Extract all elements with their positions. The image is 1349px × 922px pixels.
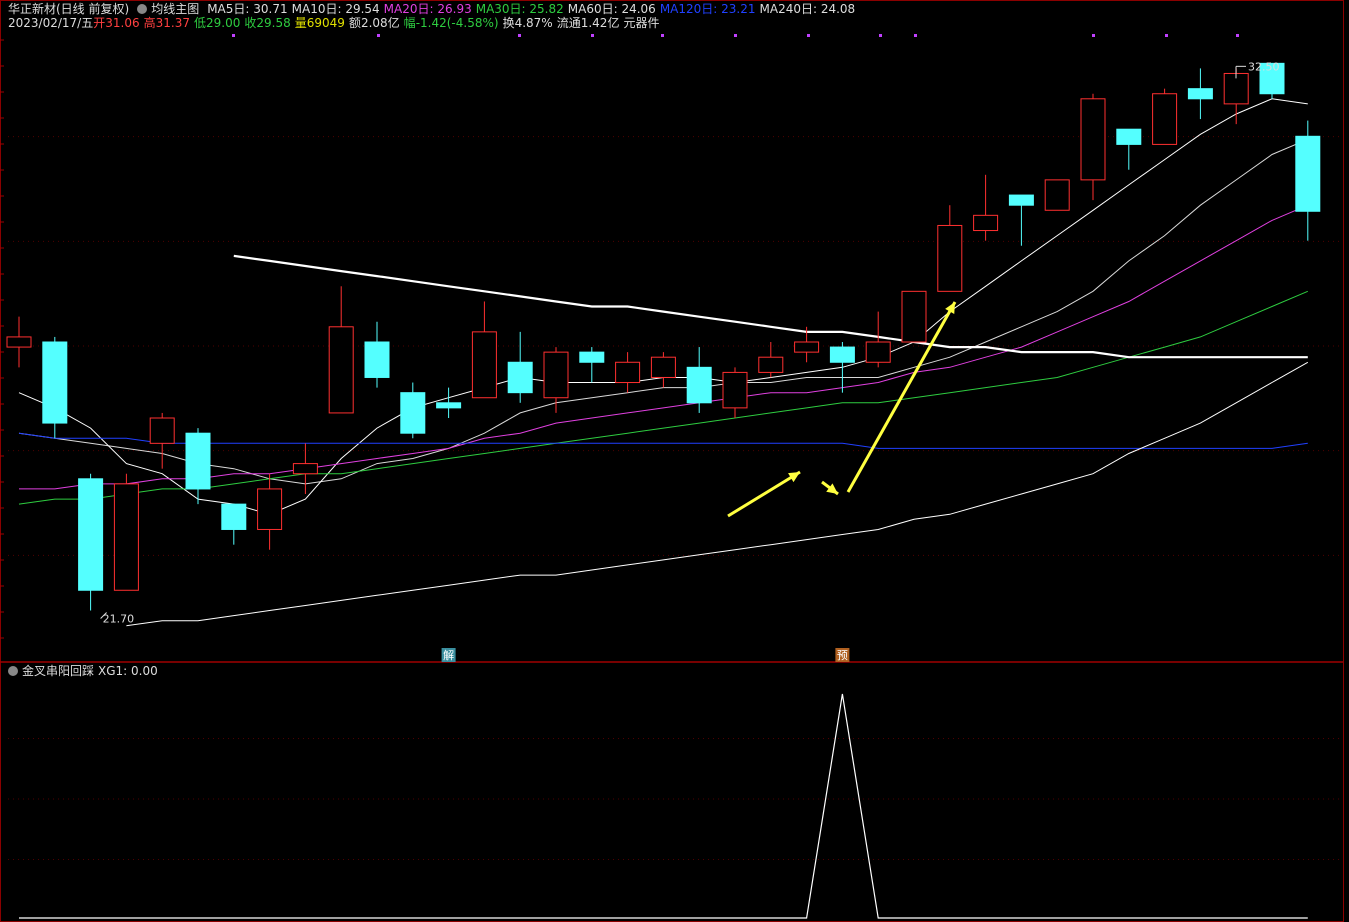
top-marker-dot <box>1092 34 1095 37</box>
candle-up <box>1152 93 1178 145</box>
candle-up <box>543 351 569 399</box>
candle-down <box>1295 135 1321 212</box>
candle-down <box>436 402 462 409</box>
ma-line-ma5 <box>18 98 1308 515</box>
candle-up <box>113 483 139 591</box>
sub-indicator-header: 金叉串阳回踩 XG1: 0.00 <box>8 664 162 678</box>
candle-down <box>364 341 390 378</box>
top-marker-dot <box>914 34 917 37</box>
candle-up <box>937 224 963 292</box>
candle-up <box>794 341 820 353</box>
candle-up <box>328 326 354 414</box>
price-chart[interactable]: 32.50 21.70 解 预 <box>0 0 1349 922</box>
candle-up <box>650 356 676 378</box>
candle-up <box>149 417 175 444</box>
top-marker-dot <box>879 34 882 37</box>
candle-up <box>6 336 32 348</box>
candle-down <box>507 361 533 394</box>
candle-up <box>722 371 748 409</box>
marker-label: 预 <box>837 649 848 662</box>
top-marker-dot <box>1165 34 1168 37</box>
candle-up <box>257 488 283 530</box>
candle-up <box>865 341 891 363</box>
candle-down <box>579 351 605 363</box>
candle-up <box>901 290 927 343</box>
candle-up <box>1044 179 1070 211</box>
candle-down <box>829 346 855 363</box>
candle-down <box>686 366 712 404</box>
low-price-label: 21.70 <box>103 613 135 626</box>
candle-up <box>471 331 497 399</box>
candle-down <box>185 432 211 490</box>
candle-down <box>1008 194 1034 206</box>
xg1-value: XG1: 0.00 <box>98 664 158 678</box>
candle-down <box>1116 128 1142 145</box>
top-marker-dot <box>1236 34 1239 37</box>
candle-down <box>400 392 426 434</box>
top-marker-dot <box>734 34 737 37</box>
top-marker-dot <box>232 34 235 37</box>
ma-line-ma120 <box>18 432 1308 449</box>
candle-up <box>973 214 999 232</box>
top-marker-dot <box>661 34 664 37</box>
top-marker-dot <box>807 34 810 37</box>
top-marker-dot <box>591 34 594 37</box>
ma-line-ma20 <box>19 204 1308 490</box>
candle-down <box>78 478 104 591</box>
ma-line-ma30 <box>18 290 1308 505</box>
arrow-annotation <box>727 470 801 518</box>
settings-icon[interactable] <box>8 666 18 676</box>
xg1-line <box>19 693 1308 919</box>
candle-up <box>292 463 318 475</box>
candle-up <box>1080 98 1106 181</box>
candle-up <box>758 356 784 373</box>
top-marker-dot <box>377 34 380 37</box>
marker-label: 解 <box>443 648 454 662</box>
ma-line-ma60 <box>126 361 1309 627</box>
sub-indicator-name[interactable]: 金叉串阳回踩 <box>22 664 94 678</box>
top-marker-dot <box>518 34 521 37</box>
candle-down <box>42 341 68 424</box>
candle-up <box>615 361 641 384</box>
candle-down <box>1187 88 1213 100</box>
high-price-label: 32.50 <box>1248 60 1280 73</box>
candle-down <box>221 503 247 530</box>
